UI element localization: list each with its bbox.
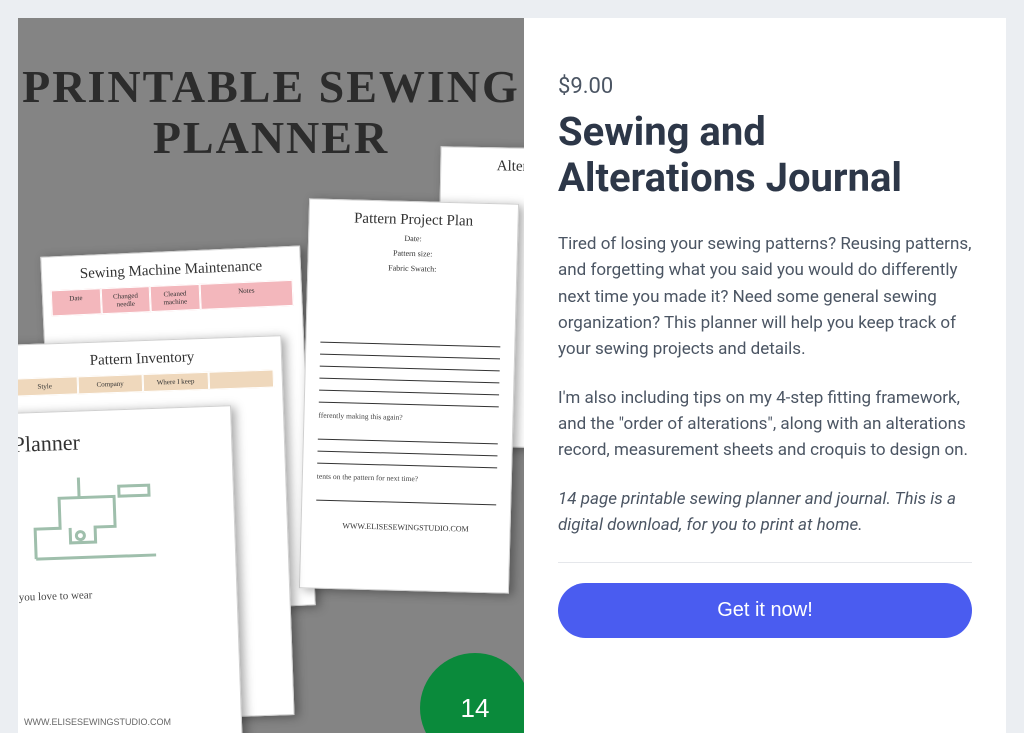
get-it-now-button[interactable]: Get it now! <box>558 583 972 638</box>
divider <box>558 562 972 563</box>
page-field: Item: <box>441 176 524 195</box>
product-details: $9.00 Sewing and Alterations Journal Tir… <box>524 18 1006 733</box>
sewing-machine-icon <box>23 465 166 570</box>
ruled-lines <box>305 324 515 413</box>
product-card: PRINTABLE SEWING PLANNER Alterations Re … <box>18 18 1006 733</box>
mockup-page-cover: wing Planner ter clothes you love to wea… <box>18 405 245 733</box>
product-note: 14 page printable sewing planner and jou… <box>558 486 972 539</box>
page-title: Alterations Re <box>441 147 524 179</box>
product-description-2: I'm also including tips on my 4-step fit… <box>558 385 972 464</box>
mockup-page-patternplan: Pattern Project Plan Date: Pattern size:… <box>299 198 519 593</box>
product-description-1: Tired of losing your sewing patterns? Re… <box>558 231 972 363</box>
page-footer-url: WWW.ELISESEWINGSTUDIO.COM <box>301 506 510 540</box>
product-title: Sewing and Alterations Journal <box>558 109 972 201</box>
product-image-panel: PRINTABLE SEWING PLANNER Alterations Re … <box>18 18 524 733</box>
product-price: $9.00 <box>558 74 972 99</box>
page-title: wing Planner <box>18 406 232 460</box>
page-count-badge: 14 <box>420 653 524 733</box>
watermark-url: WWW.ELISESEWINGSTUDIO.COM <box>24 717 171 727</box>
